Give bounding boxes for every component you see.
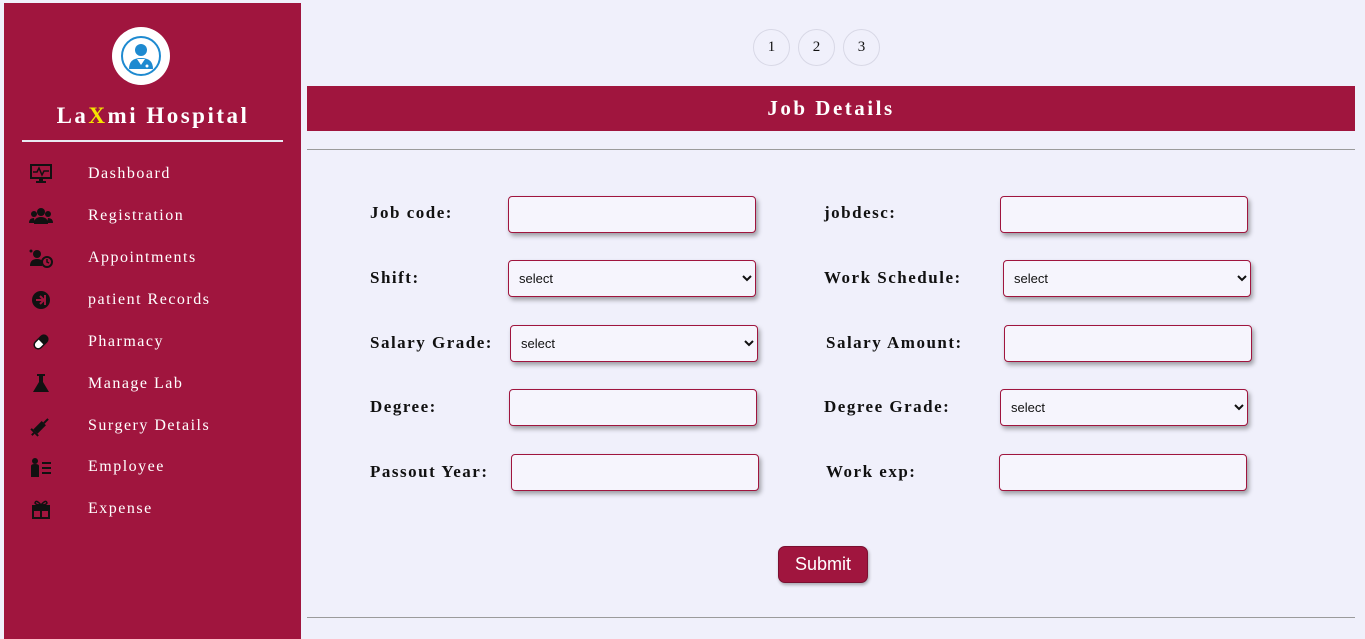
hospital-logo — [112, 27, 170, 85]
doctor-icon — [121, 36, 161, 76]
users-icon — [28, 205, 54, 227]
brand-prefix: La — [56, 103, 89, 128]
sidebar-item-pharmacy[interactable]: Pharmacy — [28, 327, 288, 357]
brand-suffix: mi Hospital — [107, 103, 250, 128]
user-list-icon — [28, 456, 54, 478]
sidebar-item-registration[interactable]: Registration — [28, 201, 288, 231]
bottom-divider — [307, 617, 1355, 618]
page-1-button[interactable]: 1 — [753, 29, 790, 66]
sidebar-item-label: Dashboard — [88, 165, 171, 182]
degree-label: Degree: — [370, 397, 437, 416]
pagination: 1 2 3 — [753, 29, 880, 66]
submit-button[interactable]: Submit — [778, 546, 868, 583]
main-content: 1 2 3 Job Details Job code: jobdesc: Shi… — [301, 3, 1363, 639]
jobdesc-input[interactable] — [1000, 196, 1248, 233]
work-schedule-select[interactable]: select — [1003, 260, 1251, 297]
sidebar-item-surgery-details[interactable]: Surgery Details — [28, 411, 288, 441]
passout-year-label: Passout Year: — [370, 462, 489, 481]
shift-label: Shift: — [370, 268, 420, 287]
sidebar-item-appointments[interactable]: Appointments — [28, 243, 288, 273]
shift-select[interactable]: select — [508, 260, 756, 297]
passout-year-input[interactable] — [511, 454, 759, 491]
sign-in-icon — [28, 289, 54, 311]
sidebar-item-label: Registration — [88, 207, 185, 224]
job-code-label: Job code: — [370, 203, 453, 222]
sidebar-item-label: Surgery Details — [88, 417, 211, 434]
page-3-button[interactable]: 3 — [843, 29, 880, 66]
sidebar-item-label: patient Records — [88, 291, 211, 308]
sidebar-item-patient-records[interactable]: patient Records — [28, 285, 288, 315]
brand-divider — [22, 140, 283, 142]
salary-amount-label: Salary Amount: — [826, 333, 963, 352]
work-exp-label: Work exp: — [826, 462, 917, 481]
page-2-button[interactable]: 2 — [798, 29, 835, 66]
sidebar-item-employee[interactable]: Employee — [28, 452, 288, 482]
work-schedule-label: Work Schedule: — [824, 268, 962, 287]
sidebar-item-label: Employee — [88, 458, 165, 475]
user-clock-icon — [28, 247, 54, 269]
jobdesc-label: jobdesc: — [824, 203, 897, 222]
sidebar-item-dashboard[interactable]: Dashboard — [28, 159, 288, 189]
sidebar-item-expense[interactable]: Expense — [28, 494, 288, 524]
salary-amount-input[interactable] — [1004, 325, 1252, 362]
degree-grade-label: Degree Grade: — [824, 397, 951, 416]
sidebar-item-label: Manage Lab — [88, 375, 184, 392]
sidebar-item-label: Expense — [88, 500, 153, 517]
top-divider — [307, 149, 1355, 150]
pill-icon — [28, 331, 54, 353]
brand-title: LaXmi Hospital — [22, 103, 284, 129]
sidebar: LaXmi Hospital Dashboard Registration Ap… — [4, 3, 301, 639]
degree-grade-select[interactable]: select — [1000, 389, 1248, 426]
sidebar-item-label: Pharmacy — [88, 333, 164, 350]
gift-icon — [28, 498, 54, 520]
job-code-input[interactable] — [508, 196, 756, 233]
syringe-icon — [28, 415, 54, 437]
brand-highlight: X — [88, 103, 108, 128]
work-exp-input[interactable] — [999, 454, 1247, 491]
page-title: Job Details — [307, 86, 1355, 131]
sidebar-item-manage-lab[interactable]: Manage Lab — [28, 369, 288, 399]
sidebar-item-label: Appointments — [88, 249, 197, 266]
salary-grade-select[interactable]: select — [510, 325, 758, 362]
monitor-icon — [28, 163, 54, 185]
salary-grade-label: Salary Grade: — [370, 333, 493, 352]
flask-icon — [28, 373, 54, 395]
degree-input[interactable] — [509, 389, 757, 426]
